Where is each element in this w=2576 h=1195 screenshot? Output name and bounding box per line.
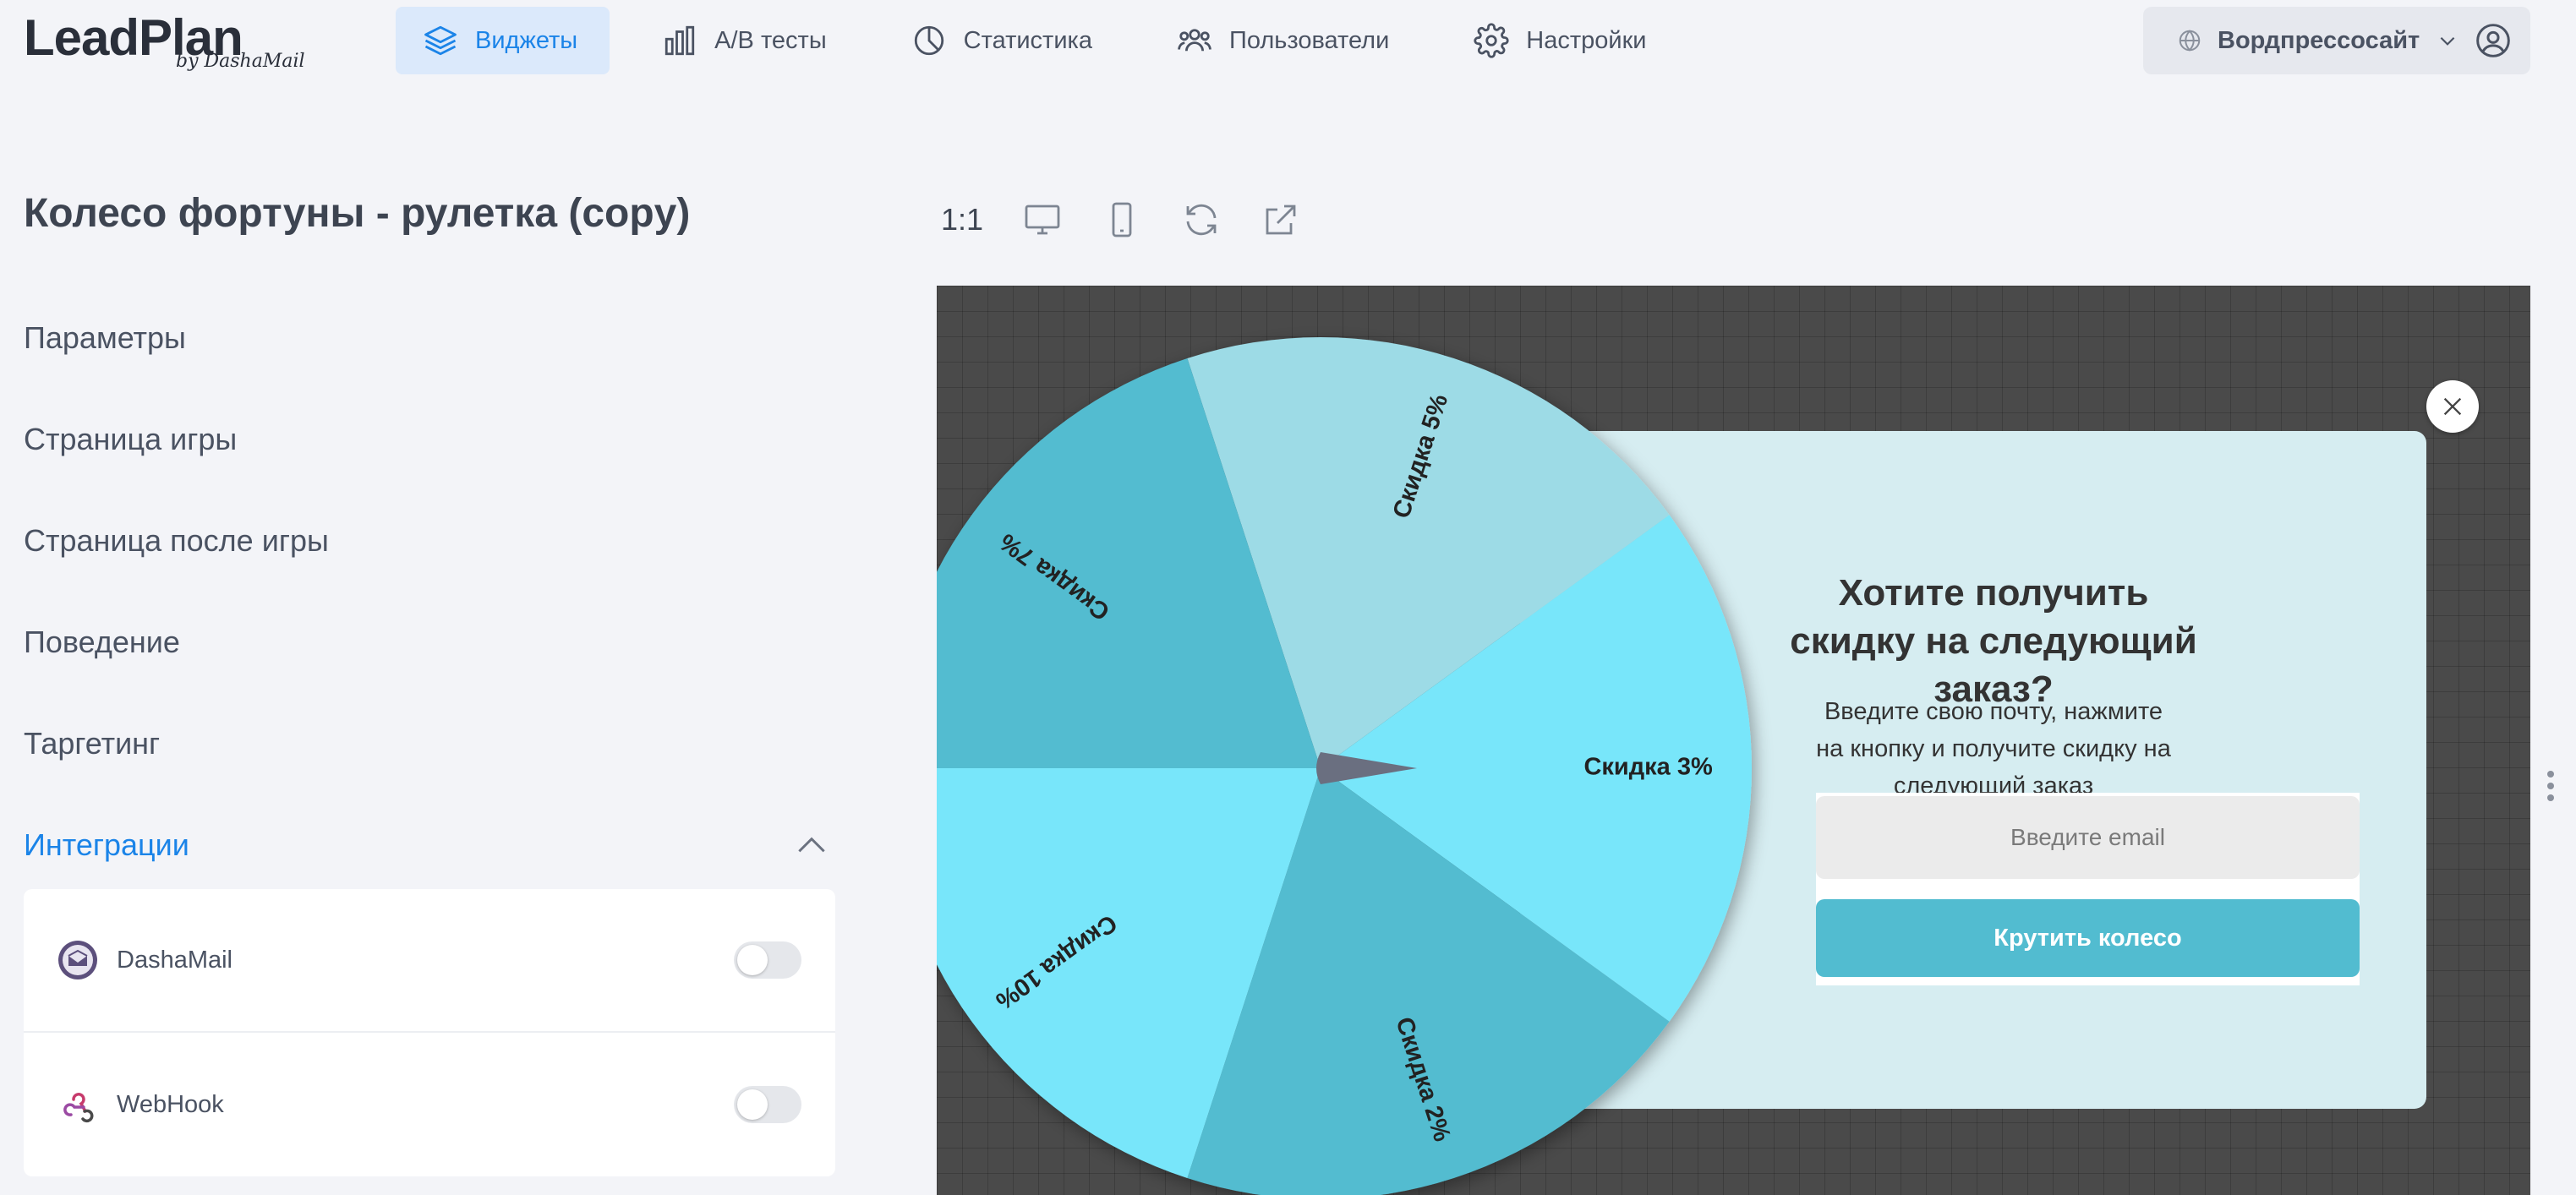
integration-label: DashaMail (117, 946, 232, 974)
preview-toolbar: 1:1 (941, 190, 1301, 249)
integration-label: WebHook (117, 1090, 224, 1118)
nav-settings[interactable]: Настройки (1447, 7, 1678, 74)
settings-menu: Параметры Страница игры Страница после и… (24, 287, 835, 896)
menu-item-label: Страница после игры (24, 523, 329, 558)
fortune-wheel: Скидка 5%Скидка 3%Скидка 2%Скидка 10%Ски… (937, 336, 1752, 1195)
menu-item-label: Таргетинг (24, 726, 161, 761)
site-name: Вордпрессосайт (2218, 26, 2420, 54)
nav-widgets[interactable]: Виджеты (396, 7, 610, 74)
popup-title: Хотите получить скидку на следующий зака… (1790, 572, 2197, 710)
users-icon (1178, 29, 1211, 52)
close-icon (2443, 397, 2462, 416)
nav-label: Виджеты (475, 26, 578, 54)
nav-label: Пользователи (1228, 26, 1390, 54)
globe-icon (2179, 30, 2201, 52)
toggle-knob (737, 1089, 768, 1120)
subscribe-form: Крутить колесо (1816, 793, 2360, 985)
refresh-icon[interactable] (1181, 199, 1222, 240)
main-nav: Виджеты A/B тесты Статистика Пользовател… (396, 7, 1678, 74)
webhook-icon (63, 1093, 94, 1123)
menu-item-integrations[interactable]: Интеграции (24, 794, 835, 896)
spin-wheel-button[interactable]: Крутить колесо (1816, 899, 2360, 977)
desktop-icon[interactable] (1022, 199, 1063, 240)
toggle-knob (737, 945, 768, 975)
top-navigation: LeadPlan by DashaMail Виджеты A/B тесты … (0, 0, 2576, 85)
nav-label: Статистика (963, 26, 1092, 54)
webhook-toggle[interactable] (734, 1086, 801, 1123)
dashamail-logo-icon (58, 941, 97, 979)
integration-row-dashamail: DashaMail (24, 889, 835, 1033)
nav-users[interactable]: Пользователи (1150, 7, 1421, 74)
page-title: Колесо фортуны - рулетка (copy) (24, 191, 691, 236)
menu-item-label: Поведение (24, 625, 180, 659)
logo[interactable]: LeadPlan by DashaMail (24, 8, 305, 72)
menu-item-targeting[interactable]: Таргетинг (24, 693, 835, 794)
gear-icon (1474, 23, 1509, 58)
mobile-icon[interactable] (1102, 199, 1142, 240)
more-vertical-icon[interactable] (2545, 769, 2557, 803)
logo-subtext: by DashaMail (176, 51, 305, 72)
dashamail-toggle[interactable] (734, 941, 801, 979)
pie-chart-icon (914, 25, 943, 56)
popup-description: Введите свою почту, нажмите на кнопку и … (1816, 698, 2171, 799)
bar-chart-icon (665, 25, 695, 56)
nav-label: Настройки (1526, 26, 1647, 54)
widget-preview-canvas: Скидка 5% Скидка 3% Скидка 2% Скидка 10% Ски… (937, 286, 2530, 1195)
nav-ab-tests[interactable]: A/B тесты (635, 7, 859, 74)
menu-item-parameters[interactable]: Параметры (24, 287, 835, 389)
menu-item-behavior[interactable]: Поведение (24, 592, 835, 693)
integration-row-webhook: WebHook (24, 1033, 835, 1176)
menu-item-label: Страница игры (24, 422, 238, 456)
email-input[interactable] (1816, 796, 2360, 879)
chevron-down-icon (2440, 36, 2455, 46)
nav-label: A/B тесты (714, 26, 827, 54)
nav-statistics[interactable]: Статистика (884, 7, 1124, 74)
site-selector[interactable]: Вордпрессосайт (2143, 7, 2530, 74)
menu-item-game-page[interactable]: Страница игры (24, 389, 835, 490)
wheel-segment-label: Скидка 3% (1583, 754, 1713, 781)
menu-item-label: Параметры (24, 320, 186, 355)
zoom-ratio[interactable]: 1:1 (941, 202, 983, 237)
menu-item-label: Интеграции (24, 827, 189, 862)
chevron-up-icon[interactable] (793, 827, 830, 864)
integrations-list: DashaMail WebHook (24, 889, 835, 1176)
external-link-icon[interactable] (1261, 199, 1301, 240)
menu-item-after-game-page[interactable]: Страница после игры (24, 490, 835, 592)
user-account-icon[interactable] (2475, 22, 2512, 59)
close-popup-button[interactable] (2426, 380, 2479, 433)
layers-icon (424, 25, 457, 56)
